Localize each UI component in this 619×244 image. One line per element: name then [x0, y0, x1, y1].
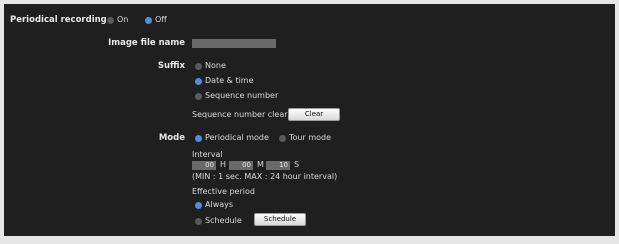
effective-schedule-label: Schedule	[205, 216, 242, 225]
clear-button[interactable]: Clear	[288, 108, 340, 121]
suffix-date-time-label: Date & time	[205, 76, 254, 85]
effective-always-radio[interactable]	[195, 202, 202, 209]
suffix-label: Suffix	[157, 61, 185, 71]
periodical-recording-off-radio[interactable]	[145, 17, 152, 24]
suffix-date-time-radio[interactable]	[195, 78, 202, 85]
effective-always-label: Always	[205, 200, 234, 209]
suffix-none-radio[interactable]	[195, 63, 202, 70]
mode-label: Mode	[158, 133, 185, 143]
interval-label: Interval	[192, 150, 223, 159]
interval-hours-unit: H	[220, 160, 227, 169]
image-file-name-input[interactable]	[192, 39, 276, 48]
periodical-recording-on-radio[interactable]	[107, 17, 114, 24]
interval-range-note: (MIN : 1 sec. MAX : 24 hour interval)	[192, 172, 338, 181]
schedule-button[interactable]: Schedule	[254, 213, 306, 226]
periodical-recording-off-label: Off	[155, 15, 167, 24]
interval-seconds-input[interactable]	[266, 161, 290, 170]
suffix-sequence-number-radio[interactable]	[195, 93, 202, 100]
interval-minutes-input[interactable]	[229, 161, 253, 170]
settings-panel: Periodical recording On Off Image file n…	[4, 4, 615, 236]
interval-seconds-unit: S	[294, 160, 300, 169]
mode-periodical-radio[interactable]	[195, 135, 202, 142]
mode-tour-radio[interactable]	[279, 135, 286, 142]
mode-tour-label: Tour mode	[289, 133, 332, 142]
mode-periodical-label: Periodical mode	[205, 133, 269, 142]
suffix-none-label: None	[205, 61, 226, 70]
suffix-sequence-number-label: Sequence number	[205, 91, 279, 100]
periodical-recording-label: Periodical recording	[10, 15, 107, 25]
sequence-number-clear-label: Sequence number clear	[192, 110, 288, 119]
interval-minutes-unit: M	[257, 160, 264, 169]
effective-period-label: Effective period	[192, 187, 255, 196]
periodical-recording-on-label: On	[117, 15, 129, 24]
effective-schedule-radio[interactable]	[195, 218, 202, 225]
image-file-name-label: Image file name	[108, 38, 185, 48]
interval-hours-input[interactable]	[192, 161, 216, 170]
